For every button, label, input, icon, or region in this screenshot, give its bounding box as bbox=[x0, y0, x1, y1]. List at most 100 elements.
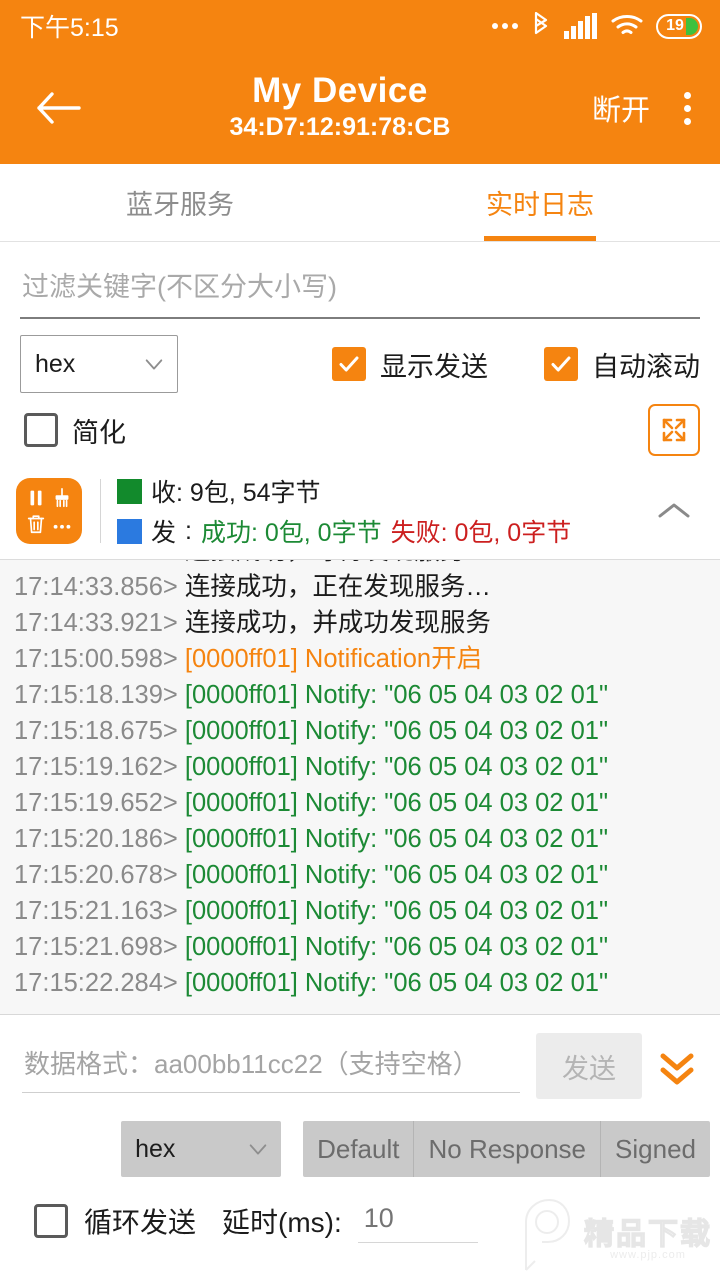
log-message: [0000ff01] Notify: "06 05 04 03 02 01" bbox=[185, 861, 608, 889]
log-line: 17:15:21.698> [0000ff01] Notify: "06 05 … bbox=[14, 929, 712, 965]
delay-label: 延时(ms): bbox=[222, 1201, 342, 1241]
log-timestamp: 17:15:21.163> bbox=[14, 897, 185, 925]
wifi-icon bbox=[611, 14, 643, 38]
controls-row-1: hex 显示发送 自动滚动 bbox=[20, 333, 700, 395]
bluetooth-icon bbox=[531, 12, 551, 40]
pause-icon bbox=[25, 487, 47, 509]
chevron-down-icon bbox=[143, 353, 165, 375]
device-mac-address: 34:D7:12:91:78:CB bbox=[230, 112, 451, 143]
controls-row-2: 简化 bbox=[20, 395, 700, 465]
log-timestamp: 17:15:19.162> bbox=[14, 753, 185, 781]
stats-collapse-button[interactable] bbox=[646, 483, 702, 539]
log-line: 17:15:18.675> [0000ff01] Notify: "06 05 … bbox=[14, 713, 712, 749]
tab-bar: 蓝牙服务 实时日志 bbox=[0, 164, 720, 242]
tab-bluetooth-services[interactable]: 蓝牙服务 bbox=[0, 164, 360, 241]
status-time: 下午5:15 bbox=[20, 8, 119, 44]
log-line: 17:14:33.803> 连接成功，等待发现服务 bbox=[14, 560, 712, 569]
chevron-down-icon bbox=[247, 1138, 269, 1160]
auto-scroll-label: 自动滚动 bbox=[592, 345, 700, 384]
loop-row: 循环发送 延时(ms): bbox=[0, 1177, 720, 1243]
battery-icon: 19 bbox=[656, 14, 702, 39]
log-timestamp: 17:14:33.856> bbox=[14, 573, 185, 601]
disconnect-button[interactable]: 断开 bbox=[592, 87, 650, 129]
log-message: [0000ff01] Notify: "06 05 04 03 02 01" bbox=[185, 825, 608, 853]
log-timestamp: 17:15:20.186> bbox=[14, 825, 185, 853]
rx-color-swatch bbox=[117, 479, 142, 504]
watermark-url: www.pjp.com bbox=[610, 1249, 686, 1261]
write-options-row: hex Default No Response Signed bbox=[0, 1105, 720, 1177]
log-line: 17:15:20.186> [0000ff01] Notify: "06 05 … bbox=[14, 821, 712, 857]
page-title: My Device bbox=[252, 73, 428, 110]
more-icon bbox=[51, 513, 73, 535]
status-icons: 19 bbox=[492, 12, 702, 40]
loop-send-label: 循环发送 bbox=[84, 1201, 196, 1241]
send-row: 发送 bbox=[0, 1015, 720, 1105]
controls-section: hex 显示发送 自动滚动 简化 bbox=[0, 319, 720, 465]
tab-realtime-log[interactable]: 实时日志 bbox=[360, 164, 720, 241]
send-format-value: hex bbox=[135, 1135, 175, 1164]
simplify-checkbox[interactable]: 简化 bbox=[24, 411, 126, 450]
delay-input[interactable] bbox=[358, 1199, 478, 1243]
log-timestamp: 17:15:18.675> bbox=[14, 717, 185, 745]
filter-input[interactable] bbox=[20, 264, 700, 319]
kebab-menu-icon bbox=[684, 92, 691, 99]
tx-fail: 失败: 0包, 0字节 bbox=[391, 513, 572, 549]
show-send-label: 显示发送 bbox=[380, 345, 488, 384]
log-list: 17:14:33.803> 连接成功，等待发现服务 17:14:33.856> 连… bbox=[14, 560, 712, 1001]
arrow-left-icon bbox=[35, 91, 81, 125]
double-chevron-down-icon bbox=[656, 1044, 698, 1088]
log-format-select[interactable]: hex bbox=[20, 335, 178, 393]
log-timestamp: 17:15:20.678> bbox=[14, 861, 185, 889]
log-message: [0000ff01] Notify: "06 05 04 03 02 01" bbox=[185, 969, 608, 997]
write-type-group: Default No Response Signed bbox=[303, 1121, 710, 1177]
fullscreen-button[interactable] bbox=[648, 404, 700, 456]
log-message: [0000ff01] Notify: "06 05 04 03 02 01" bbox=[185, 717, 608, 745]
log-message: [0000ff01] Notify: "06 05 04 03 02 01" bbox=[185, 789, 608, 817]
write-type-no-response[interactable]: No Response bbox=[414, 1121, 601, 1177]
status-bar: 下午5:15 bbox=[0, 0, 720, 52]
log-timestamp: 17:14:33.803> bbox=[14, 560, 185, 565]
checkbox-unchecked-icon bbox=[24, 413, 58, 447]
write-type-default[interactable]: Default bbox=[303, 1121, 414, 1177]
send-format-select[interactable]: hex bbox=[121, 1121, 281, 1177]
log-message: 连接成功，正在发现服务… bbox=[185, 573, 491, 601]
log-line: 17:15:00.598> [0000ff01] Notification开启 bbox=[14, 641, 712, 677]
checkbox-checked-icon bbox=[332, 347, 366, 381]
rx-label: 收: 9包, 54字节 bbox=[151, 473, 321, 509]
send-button[interactable]: 发送 bbox=[536, 1033, 642, 1099]
simplify-label: 简化 bbox=[72, 411, 126, 450]
send-panel-expand-button[interactable] bbox=[648, 1033, 706, 1099]
app-bar: My Device 34:D7:12:91:78:CB 断开 bbox=[0, 52, 720, 164]
send-data-input[interactable] bbox=[22, 1039, 520, 1093]
write-type-signed[interactable]: Signed bbox=[601, 1121, 710, 1177]
filter-row bbox=[0, 242, 720, 319]
tx-color-swatch bbox=[117, 519, 142, 544]
log-message: [0000ff01] Notify: "06 05 04 03 02 01" bbox=[185, 897, 608, 925]
log-viewport[interactable]: 17:14:33.803> 连接成功，等待发现服务 17:14:33.856> 连… bbox=[0, 560, 720, 1015]
checkbox-checked-icon bbox=[544, 347, 578, 381]
stats-lines: 收: 9包, 54字节 发: 成功: 0包, 0字节 失败: 0包, 0字节 bbox=[117, 473, 646, 549]
log-line: 17:15:18.139> [0000ff01] Notify: "06 05 … bbox=[14, 677, 712, 713]
log-actions-button[interactable] bbox=[16, 478, 82, 544]
log-message: [0000ff01] Notify: "06 05 04 03 02 01" bbox=[185, 753, 608, 781]
chevron-up-icon bbox=[656, 499, 692, 523]
log-timestamp: 17:15:22.284> bbox=[14, 969, 185, 997]
log-message: [0000ff01] Notification开启 bbox=[185, 645, 482, 673]
broom-icon bbox=[51, 487, 73, 509]
device-title-block: My Device 34:D7:12:91:78:CB bbox=[88, 73, 592, 143]
back-button[interactable] bbox=[28, 78, 88, 138]
battery-level: 19 bbox=[666, 17, 684, 35]
show-send-checkbox[interactable]: 显示发送 bbox=[332, 345, 488, 384]
auto-scroll-checkbox[interactable]: 自动滚动 bbox=[544, 345, 700, 384]
cellular-signal-icon bbox=[564, 13, 598, 39]
loop-send-checkbox[interactable] bbox=[34, 1204, 68, 1238]
log-line: 17:15:21.163> [0000ff01] Notify: "06 05 … bbox=[14, 893, 712, 929]
stats-divider bbox=[100, 479, 101, 543]
log-line: 17:14:33.921> 连接成功，并成功发现服务 bbox=[14, 605, 712, 641]
overflow-menu-button[interactable] bbox=[672, 85, 702, 131]
log-line: 17:15:19.652> [0000ff01] Notify: "06 05 … bbox=[14, 785, 712, 821]
tx-label: 发 bbox=[151, 513, 176, 549]
fullscreen-expand-icon bbox=[657, 413, 691, 447]
log-timestamp: 17:15:00.598> bbox=[14, 645, 185, 673]
log-message: 连接成功，等待发现服务 bbox=[185, 560, 466, 565]
